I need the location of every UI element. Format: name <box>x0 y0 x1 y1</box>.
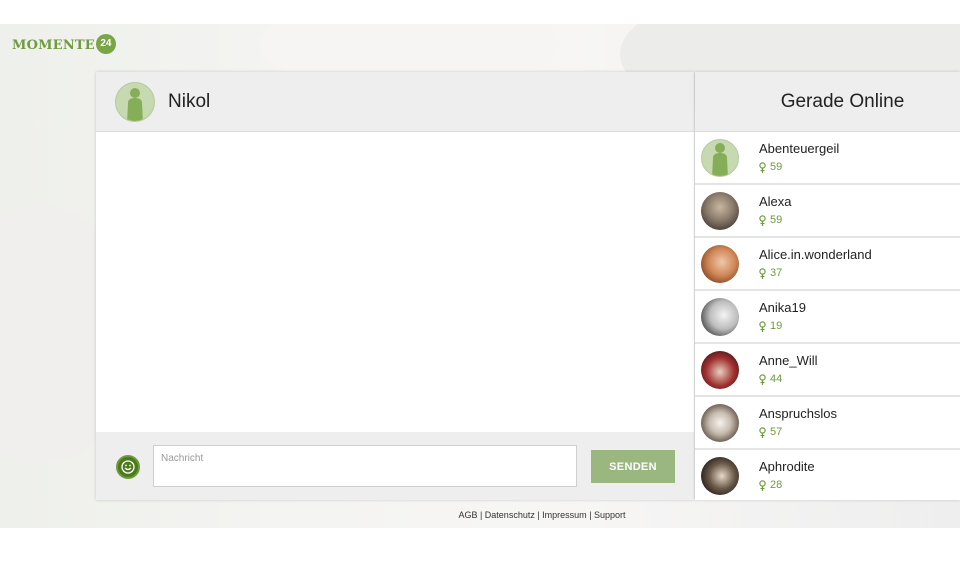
online-user-row[interactable]: Aphrodite 28 <box>695 450 960 500</box>
user-name[interactable]: Alice.in.wonderland <box>759 247 872 263</box>
user-silhouette-icon <box>127 87 143 121</box>
chat-composer: SENDEN <box>96 432 694 500</box>
user-age-value: 37 <box>770 267 783 279</box>
female-icon <box>759 373 766 385</box>
footer-links: AGB | Datenschutz | Impressum | Support <box>0 510 960 520</box>
user-name[interactable]: Anika19 <box>759 300 806 316</box>
online-title: Gerade Online <box>780 90 905 112</box>
chat-partner-avatar[interactable] <box>115 81 155 122</box>
online-user-row[interactable]: Anne_Will 44 <box>695 344 960 397</box>
user-name[interactable]: Abenteuergeil <box>759 141 839 157</box>
user-age: 19 <box>759 319 806 333</box>
female-icon <box>759 214 766 226</box>
footer-separator: | <box>586 510 595 520</box>
female-icon <box>759 267 766 279</box>
online-user-row[interactable]: Alexa 59 <box>695 185 960 238</box>
footer-link-support[interactable]: Support <box>594 510 626 520</box>
footer-link-datenschutz[interactable]: Datenschutz <box>485 510 535 520</box>
user-avatar[interactable] <box>701 297 739 336</box>
user-age: 28 <box>759 478 815 492</box>
user-avatar[interactable] <box>701 191 739 230</box>
send-button[interactable]: SENDEN <box>591 450 675 483</box>
smiley-icon <box>121 460 135 474</box>
logo[interactable]: MOMENTE 24 <box>12 32 116 58</box>
footer-link-impressum[interactable]: Impressum <box>542 510 587 520</box>
user-age: 59 <box>759 160 839 174</box>
user-age: 59 <box>759 213 792 227</box>
user-avatar[interactable] <box>701 456 739 495</box>
message-input[interactable] <box>153 445 577 487</box>
footer-separator: | <box>477 510 485 520</box>
emoji-button[interactable] <box>116 455 140 479</box>
user-age-value: 59 <box>770 214 783 226</box>
female-icon <box>759 161 766 173</box>
user-name[interactable]: Alexa <box>759 194 792 210</box>
user-age: 57 <box>759 425 837 439</box>
logo-badge: 24 <box>95 33 116 54</box>
online-user-row[interactable]: Alice.in.wonderland 37 <box>695 238 960 291</box>
user-name[interactable]: Anspruchslos <box>759 406 837 422</box>
female-icon <box>759 479 766 491</box>
user-avatar[interactable] <box>701 403 739 442</box>
message-area <box>96 132 694 432</box>
user-avatar[interactable] <box>701 138 739 177</box>
chat-header: Nikol <box>96 72 694 132</box>
online-user-row[interactable]: Abenteuergeil 59 <box>695 132 960 185</box>
user-age: 37 <box>759 266 872 280</box>
user-silhouette-icon <box>712 142 728 176</box>
chat-partner-name[interactable]: Nikol <box>168 91 210 113</box>
online-panel: Gerade Online Abenteuergeil 59 Alexa 59 <box>695 72 960 500</box>
online-user-row[interactable]: Anika19 19 <box>695 291 960 344</box>
online-header: Gerade Online <box>695 72 960 132</box>
user-age-value: 28 <box>770 479 783 491</box>
user-age-value: 57 <box>770 426 783 438</box>
user-avatar[interactable] <box>701 244 739 283</box>
female-icon <box>759 320 766 332</box>
user-age: 44 <box>759 372 818 386</box>
user-name[interactable]: Aphrodite <box>759 459 815 475</box>
online-user-row[interactable]: Anspruchslos 57 <box>695 397 960 450</box>
user-avatar[interactable] <box>701 350 739 389</box>
logo-text: MOMENTE <box>12 37 95 53</box>
female-icon <box>759 426 766 438</box>
user-age-value: 44 <box>770 373 783 385</box>
user-name[interactable]: Anne_Will <box>759 353 818 369</box>
user-age-value: 59 <box>770 161 783 173</box>
user-age-value: 19 <box>770 320 783 332</box>
footer-link-agb[interactable]: AGB <box>458 510 477 520</box>
chat-panel: Nikol SENDEN <box>96 72 694 500</box>
